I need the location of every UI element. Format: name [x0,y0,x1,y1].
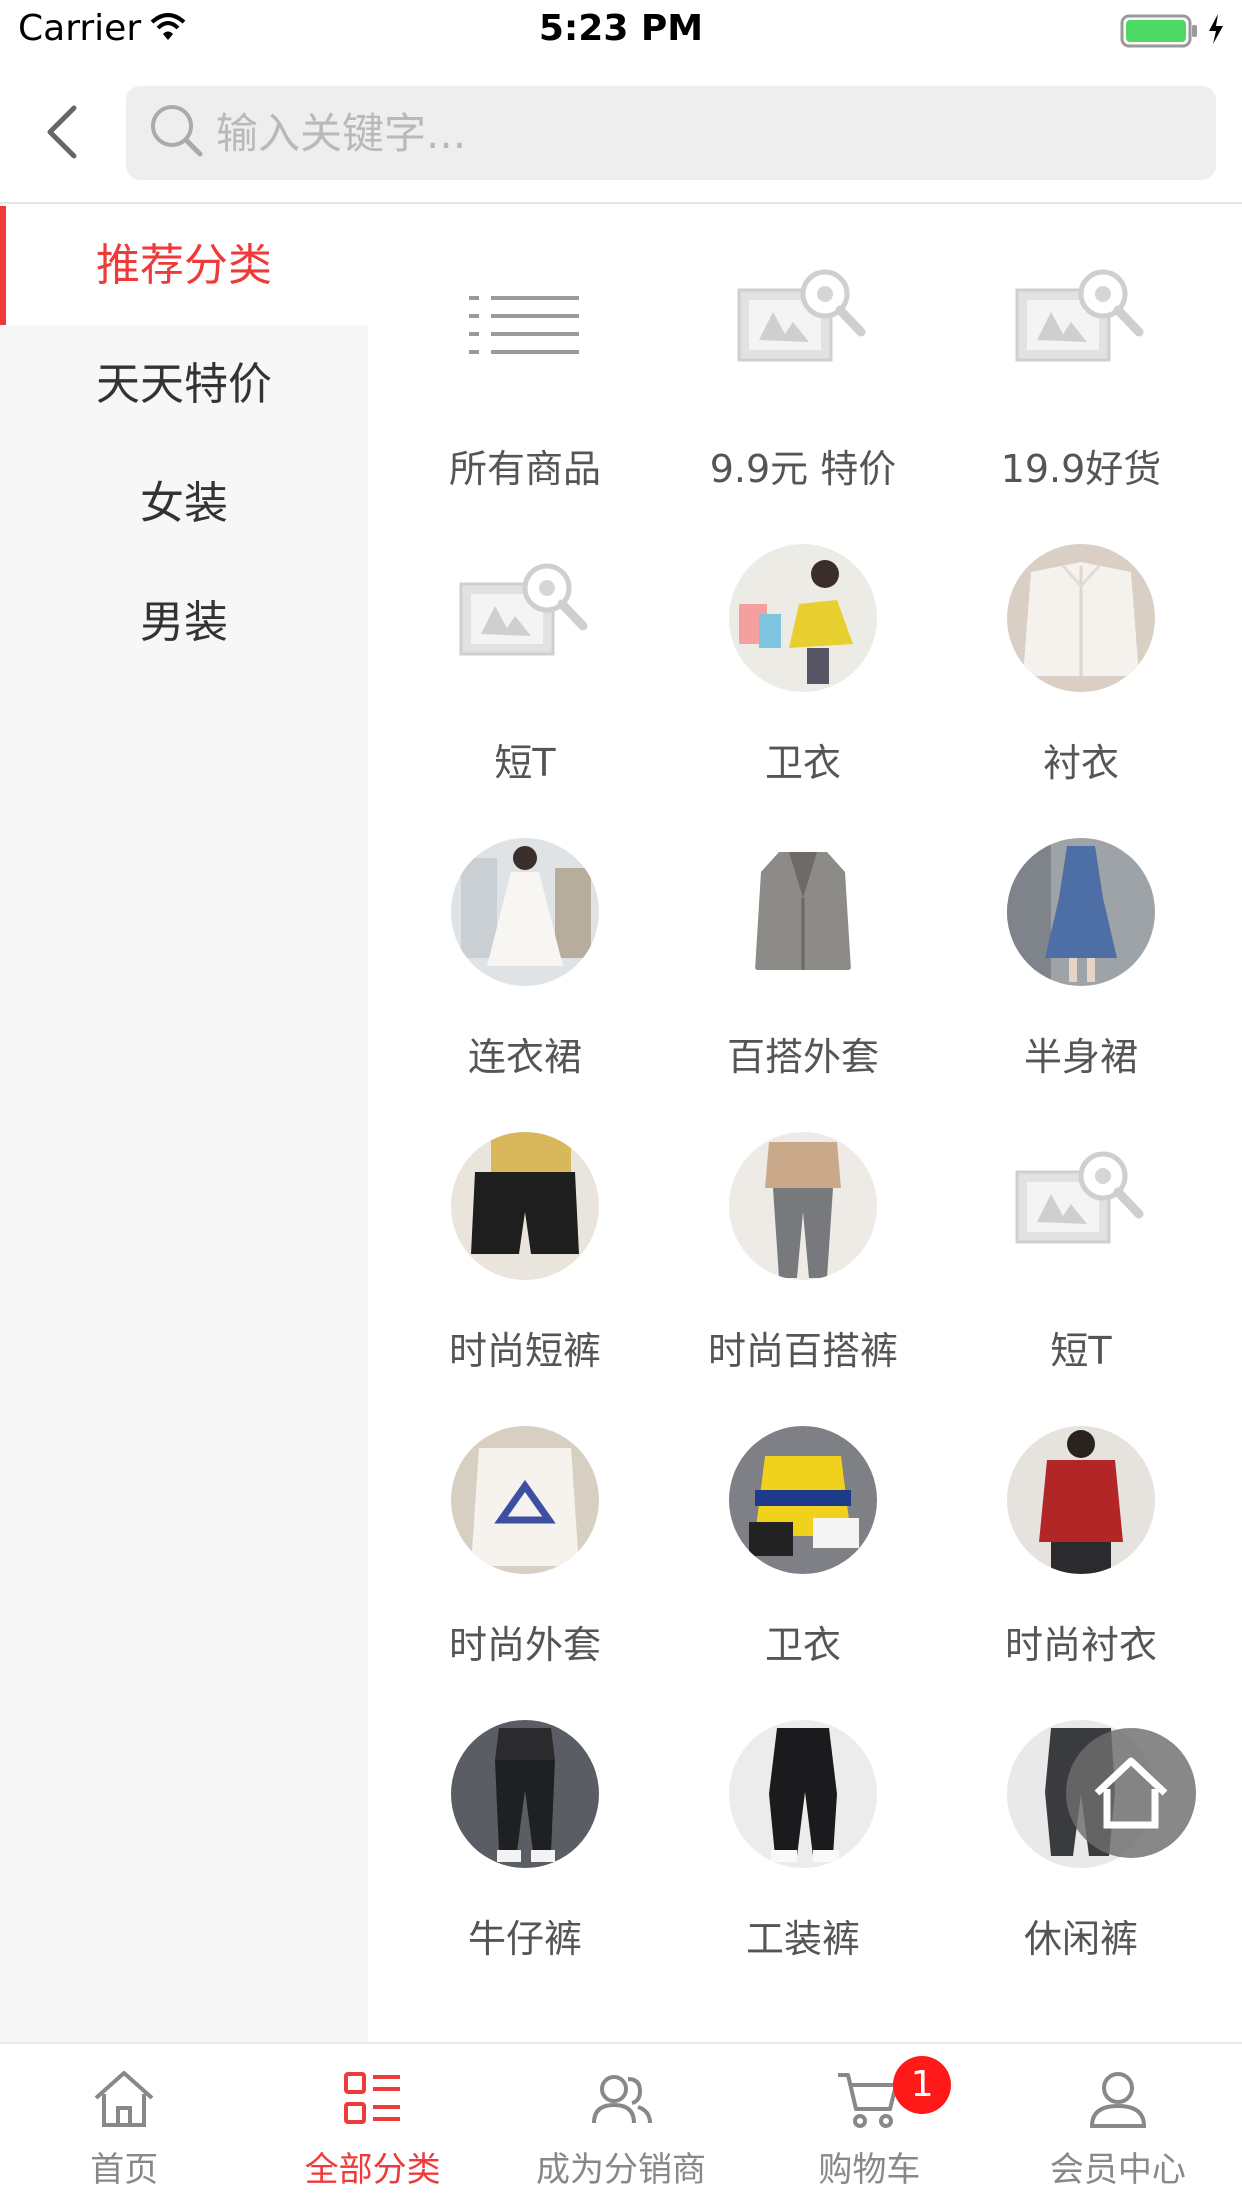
shorts-photo [451,1132,599,1280]
tab-cart[interactable]: 1 购物车 [745,2044,993,2208]
sidebar-item-label: 男装 [140,597,228,648]
sidebar-item-label: 女装 [140,478,228,529]
tab-label: 首页 [90,2150,159,2190]
search-box[interactable] [126,86,1216,180]
category-item-label: 卫衣 [764,741,841,785]
category-item-dress[interactable]: 连衣裙 [386,838,664,1132]
category-item-9-9-deals[interactable]: 9.9元 特价 [664,250,942,544]
list-icon [451,250,599,398]
battery-icon [1120,14,1200,52]
category-item-short-tee[interactable]: 短T [386,544,664,838]
sidebar-item-recommended[interactable]: 推荐分类 [0,206,368,325]
skirt-photo [1007,838,1155,986]
search-input[interactable] [216,86,1196,180]
category-item-label: 时尚短裤 [448,1329,601,1373]
category-item-jeans[interactable]: 牛仔裤 [386,1720,664,2014]
jeans-photo [451,1720,599,1868]
red-shirt-photo [1007,1426,1155,1574]
coat-photo [729,838,877,986]
category-item-fashion-pants[interactable]: 时尚百搭裤 [664,1132,942,1426]
search-icon [148,102,206,164]
tab-home[interactable]: 首页 [0,2044,248,2208]
category-item-19-9-goods[interactable]: 19.9好货 [942,250,1220,544]
category-item-short-tee-2[interactable]: 短T [942,1132,1220,1426]
category-item-fashion-shorts[interactable]: 时尚短裤 [386,1132,664,1426]
image-placeholder-icon [451,544,599,692]
category-item-fashion-shirt[interactable]: 时尚衬衣 [942,1426,1220,1720]
app-root: Carrier 5:23 PM 输入关键字... 推荐分类 天天特价 女装 男装… [0,0,1242,2208]
tab-label: 购物车 [818,2150,921,2190]
category-item-fashion-jacket[interactable]: 时尚外套 [386,1426,664,1720]
category-item-label: 休闲裤 [1023,1917,1138,1961]
status-time: 5:23 PM [538,8,704,49]
category-item-label: 短T [494,741,556,785]
image-placeholder-icon [729,250,877,398]
sidebar-item-mens[interactable]: 男装 [0,563,368,682]
dress-photo [451,838,599,986]
category-item-label: 短T [1050,1329,1112,1373]
cargo-pants-photo [729,1720,877,1868]
tab-label: 会员中心 [1049,2150,1186,2190]
category-item-coat[interactable]: 百搭外套 [664,838,942,1132]
tab-label: 全部分类 [304,2150,441,2190]
floating-home-button[interactable] [1066,1728,1196,1858]
tab-label: 成为分销商 [536,2150,707,2190]
category-item-label: 衬衣 [1042,741,1119,785]
sidebar-item-daily-deals[interactable]: 天天特价 [0,325,368,444]
tab-member-center[interactable]: 会员中心 [994,2044,1242,2208]
sidebar-item-womens[interactable]: 女装 [0,444,368,563]
category-item-label: 工装裤 [745,1917,860,1961]
nav-bar [0,62,1242,204]
image-placeholder-icon [1007,1132,1155,1280]
cart-icon [836,2066,902,2132]
shirt-photo [1007,544,1155,692]
category-item-cargo-pants[interactable]: 工装裤 [664,1720,942,2014]
category-item-label: 所有商品 [448,447,601,491]
cart-badge: 1 [893,2056,952,2114]
image-placeholder-icon [1007,250,1155,398]
yellow-hoodie-photo [729,1426,877,1574]
user-icon [1088,2066,1148,2132]
status-bar: Carrier 5:23 PM [0,0,1242,62]
category-item-hoodie-2[interactable]: 卫衣 [664,1426,942,1720]
category-item-all-products[interactable]: 所有商品 [386,250,664,544]
sidebar-item-label: 推荐分类 [96,240,272,291]
tab-all-categories[interactable]: 全部分类 [248,2044,496,2208]
chevron-left-icon [47,105,77,159]
jacket-photo [451,1426,599,1574]
charging-bolt-icon [1206,12,1226,50]
category-item-label: 时尚百搭裤 [707,1329,898,1373]
category-item-shirt[interactable]: 衬衣 [942,544,1220,838]
category-item-label: 9.9元 特价 [709,447,897,491]
category-item-label: 时尚外套 [448,1623,601,1667]
category-item-skirt[interactable]: 半身裙 [942,838,1220,1132]
back-button[interactable] [30,90,94,174]
home-icon [1094,1757,1168,1829]
category-item-hoodie[interactable]: 卫衣 [664,544,942,838]
home-icon [91,2066,157,2132]
sidebar-item-label: 天天特价 [96,359,272,410]
category-sidebar: 推荐分类 天天特价 女装 男装 [0,206,368,2042]
hoodie-photo [729,544,877,692]
category-item-label: 19.9好货 [1000,447,1162,491]
category-icon [343,2066,403,2132]
category-item-label: 百搭外套 [726,1035,879,1079]
pants-photo [729,1132,877,1280]
category-item-label: 时尚衬衣 [1004,1623,1157,1667]
users-icon [588,2066,654,2132]
tab-bar: 首页 全部分类 成为分销商 1 购物车 会员中心 [0,2042,1242,2208]
category-item-label: 卫衣 [764,1623,841,1667]
tab-become-distributor[interactable]: 成为分销商 [497,2044,745,2208]
category-item-label: 牛仔裤 [467,1917,582,1961]
category-item-label: 连衣裙 [467,1035,582,1079]
category-item-label: 半身裙 [1023,1035,1138,1079]
